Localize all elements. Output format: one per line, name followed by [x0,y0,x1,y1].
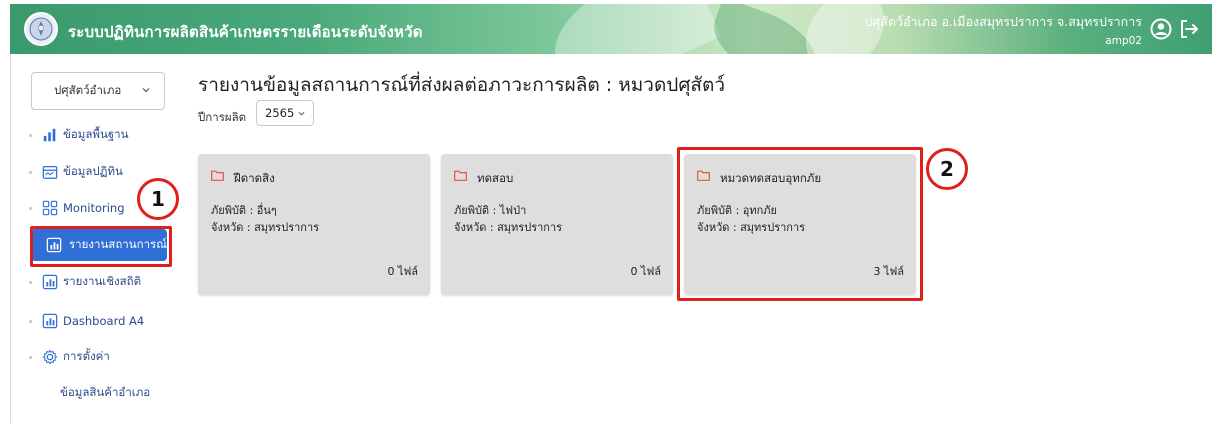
folder-icon [454,170,467,181]
folder-card[interactable]: ทดสอบ ภัยพิบัติ : ไฟป่า จังหวัด : สมุทรป… [441,154,673,295]
sidebar-subitem-district-products[interactable]: ข้อมูลสินค้าอำเภอ [60,384,150,402]
sidebar: ปศุสัตว์อำเภอ ข้อมูลพื้นฐาน ข้อมูลปฏิทิน… [11,54,175,423]
annotation-marker-2: 2 [926,148,968,190]
sidebar-item-label: รายงานเชิงสถิติ [63,274,142,288]
chevron-down-icon [298,111,305,116]
logout-icon[interactable] [1178,18,1200,40]
folder-name: ฝีดาดสิง [234,171,275,185]
year-select[interactable]: 2565 [256,100,314,126]
user-id: amp02 [1105,35,1142,47]
annotation-marker-1: 1 [137,178,179,220]
app-title: ระบบปฏิทินการผลิตสินค้าเกษตรรายเดือนระดั… [68,23,423,41]
government-seal-icon[interactable] [24,12,58,46]
folder-province: จังหวัด : สมุทรปราการ [211,221,320,234]
sidebar-item-label: Monitoring [63,201,125,215]
bar-chart-icon [41,126,59,144]
sidebar-item-monitoring[interactable]: Monitoring [41,197,125,219]
chevron-down-icon [142,88,150,93]
grid-icon [41,199,59,217]
folder-card[interactable]: ฝีดาดสิง ภัยพิบัติ : อื่นๆ จังหวัด : สมุ… [198,154,430,295]
folder-name: ทดสอบ [477,171,514,185]
role-select-value: ปศุสัตว์อำเภอ [54,83,122,97]
gear-icon [41,348,59,366]
sidebar-item-settings[interactable]: การตั้งค่า [41,346,110,368]
sidebar-item-basic-data[interactable]: ข้อมูลพื้นฐาน [41,124,129,146]
sidebar-item-dashboard-a4[interactable]: Dashboard A4 [41,310,144,332]
sidebar-item-label: ข้อมูลพื้นฐาน [63,127,129,141]
app-header: ระบบปฏิทินการผลิตสินค้าเกษตรรายเดือนระดั… [10,4,1212,54]
role-select[interactable]: ปศุสัตว์อำเภอ [31,72,165,110]
sidebar-item-label: Dashboard A4 [63,314,145,328]
folder-province: จังหวัด : สมุทรปราการ [454,221,563,234]
year-select-value: 2565 [265,106,295,120]
sidebar-item-calendar[interactable]: ข้อมูลปฏิทิน [41,161,123,183]
user-info: ปศุสัตว์อำเภอ อ.เมืองสมุทรปราการ จ.สมุทร… [864,12,1142,47]
folder-icon [211,170,224,181]
sidebar-item-statistics-report[interactable]: รายงานเชิงสถิติ [41,271,141,293]
calendar-icon [41,163,59,181]
year-label: ปีการผลิต [198,110,247,124]
folder-disaster-type: ภัยพิบัติ : อื่นๆ [211,204,277,217]
sidebar-item-label: ข้อมูลปฏิทิน [63,164,123,178]
folder-file-count: 0 ไฟล์ [387,265,418,278]
report-icon [41,312,59,330]
page-title: รายงานข้อมูลสถานการณ์ที่ส่งผลต่อภาวะการผ… [198,74,726,96]
user-name: ปศุสัตว์อำเภอ อ.เมืองสมุทรปราการ จ.สมุทร… [864,14,1142,29]
report-icon [41,273,59,291]
highlight-box-2 [677,147,923,301]
folder-file-count: 0 ไฟล์ [630,265,661,278]
highlight-box-1 [30,226,172,267]
folder-disaster-type: ภัยพิบัติ : ไฟป่า [454,204,527,217]
page: ระบบปฏิทินการผลิตสินค้าเกษตรรายเดือนระดั… [0,0,1212,423]
sidebar-item-label: การตั้งค่า [63,349,110,363]
user-circle-icon[interactable] [1150,18,1172,40]
